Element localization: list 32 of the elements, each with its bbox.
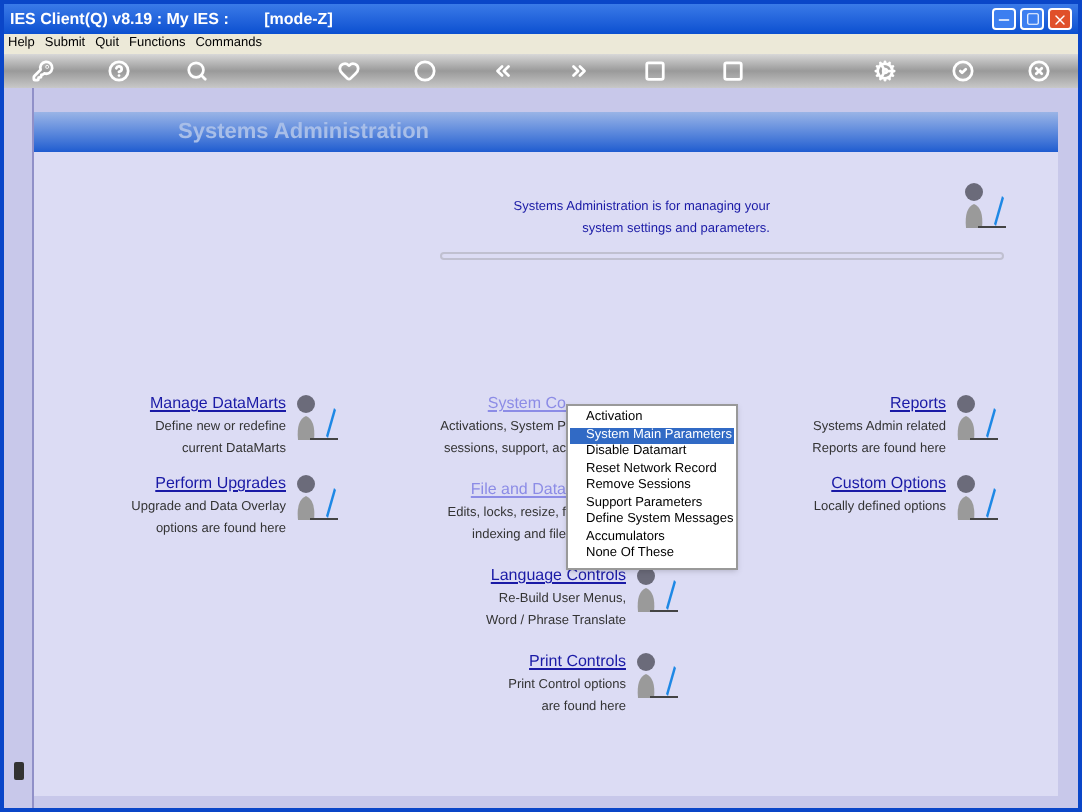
close-icon	[1052, 11, 1068, 27]
heart-icon[interactable]	[338, 60, 361, 82]
maximize-button[interactable]	[1020, 8, 1044, 30]
circle-icon[interactable]	[414, 60, 437, 82]
double-chevron-left-icon[interactable]	[491, 60, 514, 82]
square-icon[interactable]	[644, 60, 667, 82]
maximize-icon	[1025, 12, 1039, 26]
admin-user-icon	[952, 472, 1000, 524]
admin-user-icon	[952, 392, 1000, 444]
search-icon[interactable]	[185, 60, 208, 82]
section-link[interactable]: Reports	[889, 392, 946, 416]
section-link[interactable]: Perform Upgrades	[155, 472, 286, 496]
page-title: Systems Administration	[178, 117, 430, 148]
admin-user-icon	[632, 650, 680, 702]
admin-user-icon	[292, 392, 340, 444]
check-icon[interactable]	[951, 60, 974, 82]
key-icon[interactable]	[32, 60, 54, 82]
double-chevron-right-icon[interactable]	[568, 60, 591, 82]
close-icon[interactable]	[1027, 60, 1050, 82]
window-title: IES Client(Q) v8.19 : My IES : [mode-Z]	[10, 7, 333, 31]
gear-icon[interactable]	[874, 60, 897, 82]
admin-user-icon	[292, 472, 340, 524]
help-icon[interactable]	[108, 60, 131, 82]
section-link[interactable]: Language Controls	[490, 564, 626, 588]
admin-user-icon	[960, 180, 1008, 232]
section-link[interactable]: Print Controls	[529, 650, 626, 674]
square-icon[interactable]	[721, 60, 744, 82]
close-button[interactable]	[1048, 8, 1072, 30]
section-link[interactable]: Custom Options	[831, 472, 946, 496]
minimize-button[interactable]	[992, 8, 1016, 30]
section-link[interactable]: Manage DataMarts	[149, 392, 286, 416]
side-icon[interactable]	[13, 762, 23, 780]
